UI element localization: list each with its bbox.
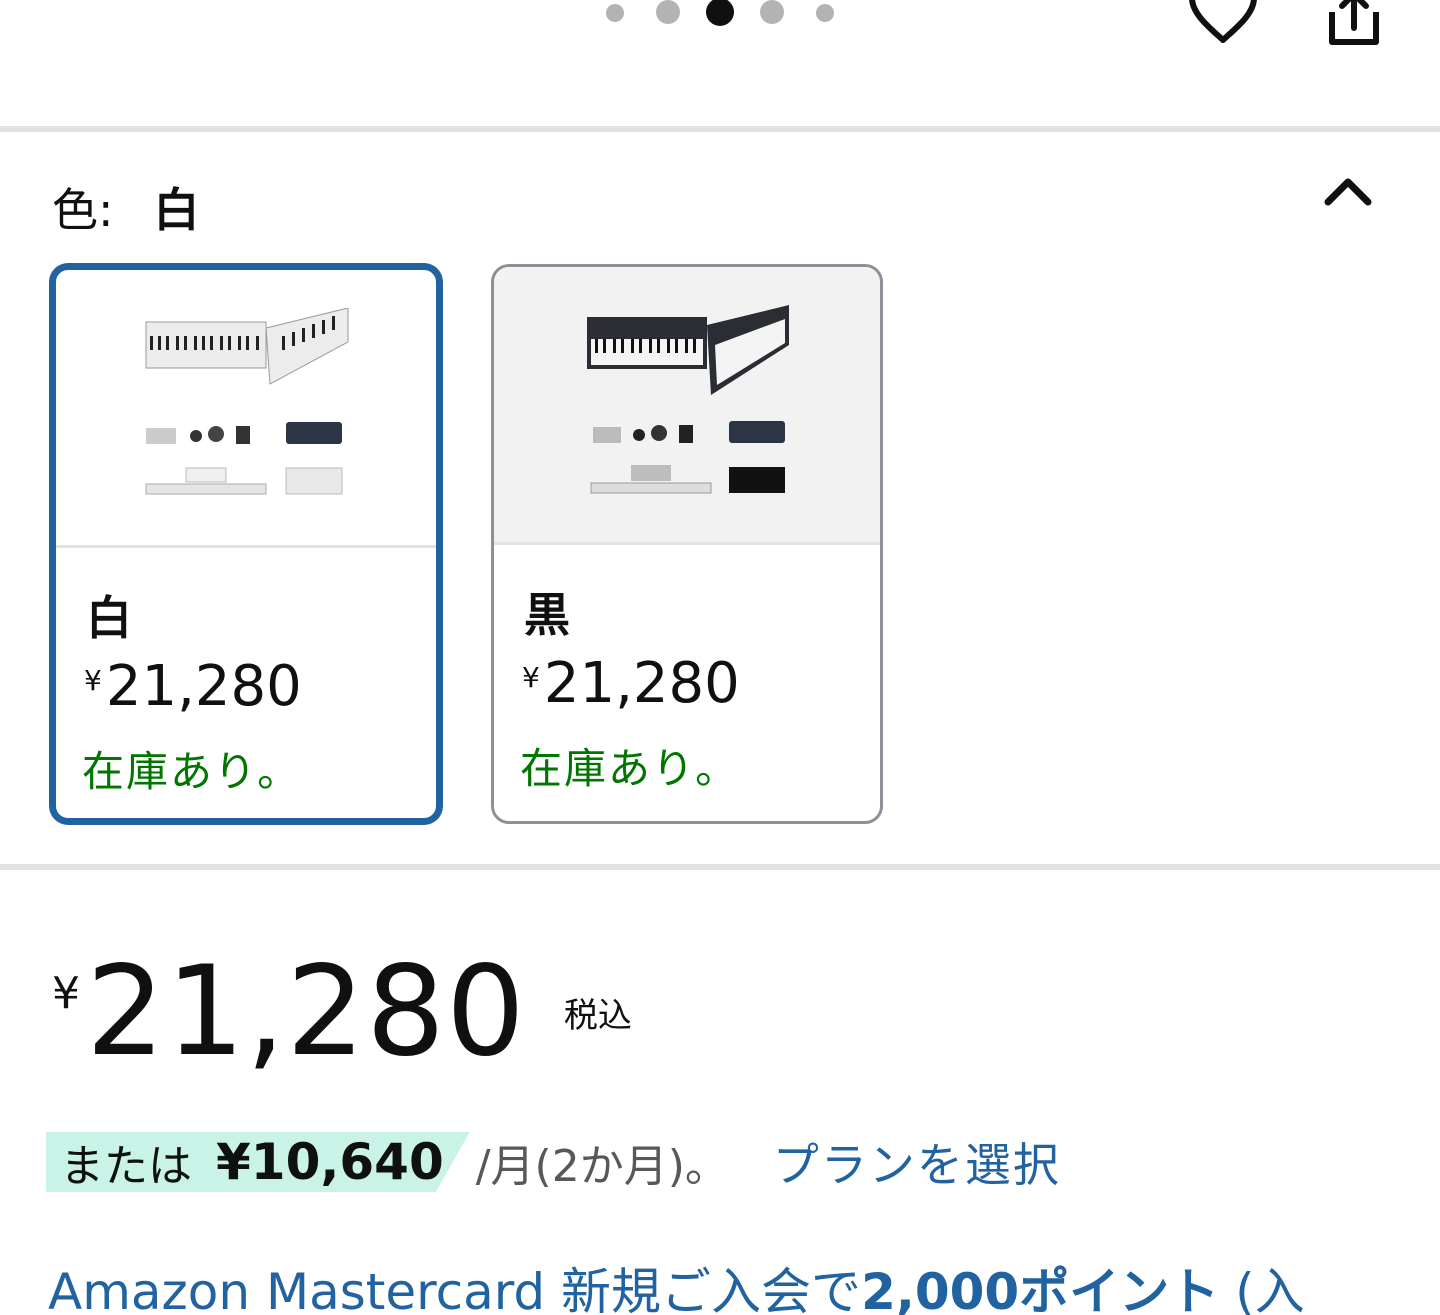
black-piano-image [587,304,789,493]
section-divider [0,864,1440,870]
color-option-price: ¥ 21,280 [522,651,740,716]
carousel-dot-active[interactable] [706,0,734,26]
color-option-white[interactable]: 白 ¥ 21,280 在庫あり。 [50,264,442,824]
select-plan-link[interactable]: プランを選択 [773,1129,1061,1195]
color-option-name: 白 [86,591,132,645]
color-option-image [494,267,880,545]
product-price: ¥ 21,280 税込 [52,940,632,1074]
heart-outline-icon[interactable] [1186,0,1260,44]
color-option-price: ¥ 21,280 [84,654,302,719]
stock-status: 在庫あり。 [82,747,302,796]
color-selector-label: 色: 白 [52,174,200,240]
price-value: 21,280 [543,651,740,716]
currency-symbol: ¥ [52,968,80,1019]
stock-status: 在庫あり。 [520,744,740,793]
section-divider [0,126,1440,132]
installment-terms: /月(2か月)。 [475,1141,729,1192]
card-promo-text-after: (入 [1219,1263,1305,1315]
color-option-name: 黒 [524,588,570,642]
color-label-value: 白 [153,183,200,237]
card-promo-link[interactable]: Amazon Mastercard 新規ご入会で2,000ポイント (入 [48,1252,1305,1315]
currency-symbol: ¥ [522,661,540,694]
share-icon[interactable] [1322,0,1386,48]
carousel-dot[interactable] [760,0,784,24]
carousel-dot[interactable] [606,4,624,22]
tax-included-note: 税込 [563,996,632,1036]
carousel-dot[interactable] [816,4,834,22]
carousel-dot[interactable] [656,0,680,24]
color-label-key: 色: [52,183,114,237]
installment-or-label: または [60,1141,192,1192]
currency-symbol: ¥ [84,664,102,697]
card-promo-text: Amazon Mastercard 新規ご入会で [48,1263,862,1315]
installment-badge: または ¥10,640 [46,1132,470,1192]
product-detail-page: 色: 白 白 ¥ 21,280 在庫あり。 黒 ¥ 21,280 在庫あり。 ¥… [0,0,1440,1315]
price-amount: 21,280 [86,940,526,1084]
color-option-image [56,270,436,548]
chevron-up-icon[interactable] [1318,168,1378,212]
white-piano-image [145,307,349,494]
installment-offer: または ¥10,640 /月(2か月)。 プランを選択 [46,1130,1061,1194]
price-value: 21,280 [105,654,302,719]
card-promo-points: 2,000ポイント [861,1263,1220,1315]
image-carousel-footer [0,0,1440,128]
color-option-black[interactable]: 黒 ¥ 21,280 在庫あり。 [491,264,883,824]
installment-monthly-amount: ¥10,640 [216,1133,444,1191]
